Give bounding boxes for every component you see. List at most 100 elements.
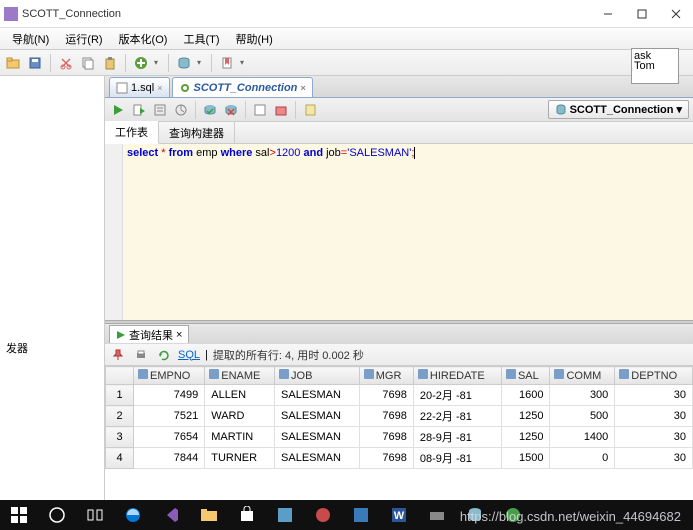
window-titlebar: SCOTT_Connection: [0, 0, 693, 28]
open-icon[interactable]: [4, 54, 22, 72]
refresh-icon[interactable]: [155, 346, 173, 364]
taskview-icon[interactable]: [76, 500, 114, 530]
app-icon: [4, 7, 18, 21]
column-header[interactable]: HIREDATE: [413, 367, 501, 385]
table-cell: SALESMAN: [275, 427, 360, 448]
column-header[interactable]: SAL: [501, 367, 550, 385]
run-script-icon[interactable]: [130, 101, 148, 119]
cortana-icon[interactable]: [38, 500, 76, 530]
table-row[interactable]: 27521WARDSALESMAN769822-2月 -81125050030: [106, 406, 693, 427]
table-cell: 300: [550, 385, 615, 406]
tab-query-builder[interactable]: 查询构建器: [159, 122, 235, 144]
table-row[interactable]: 37654MARTINSALESMAN769828-9月 -8112501400…: [106, 427, 693, 448]
menubar: 导航(N) 运行(R) 版本化(O) 工具(T) 帮助(H): [0, 28, 693, 50]
result-grid[interactable]: EMPNOENAMEJOBMGRHIREDATESALCOMMDEPTNO174…: [105, 366, 693, 500]
db-icon[interactable]: [175, 54, 193, 72]
close-icon[interactable]: ×: [157, 83, 162, 93]
notebook-icon[interactable]: [301, 101, 319, 119]
table-row[interactable]: 47844TURNERSALESMAN769808-9月 -811500030: [106, 448, 693, 469]
table-cell: WARD: [205, 406, 275, 427]
column-header[interactable]: COMM: [550, 367, 615, 385]
menu-run[interactable]: 运行(R): [57, 29, 110, 49]
editor-toolbar: SCOTT_Connection ▾: [105, 98, 693, 122]
close-icon[interactable]: ×: [176, 329, 182, 341]
autotrace-icon[interactable]: [172, 101, 190, 119]
app-icon-4[interactable]: [418, 500, 456, 530]
table-cell: 1250: [501, 406, 550, 427]
connection-selector[interactable]: SCOTT_Connection ▾: [548, 100, 689, 119]
table-cell: 30: [615, 406, 693, 427]
chevron-down-icon[interactable]: ▾: [154, 58, 162, 67]
separator: [195, 101, 196, 119]
result-toolbar: SQL | 提取的所有行: 4, 用时 0.002 秒: [105, 344, 693, 366]
store-icon[interactable]: [228, 500, 266, 530]
app-icon-3[interactable]: [342, 500, 380, 530]
table-cell: 7521: [134, 406, 205, 427]
menu-nav[interactable]: 导航(N): [4, 29, 57, 49]
tab-query-result[interactable]: 查询结果 ×: [109, 325, 189, 343]
cut-icon[interactable]: [57, 54, 75, 72]
close-button[interactable]: [659, 1, 693, 27]
table-cell: 500: [550, 406, 615, 427]
vs-icon[interactable]: [152, 500, 190, 530]
sql-editor[interactable]: select * from emp where sal>1200 and job…: [105, 144, 693, 320]
save-icon[interactable]: [26, 54, 44, 72]
column-header[interactable]: MGR: [359, 367, 413, 385]
separator: [211, 54, 212, 72]
table-cell: MARTIN: [205, 427, 275, 448]
edge-icon[interactable]: [114, 500, 152, 530]
tab-worksheet[interactable]: 工作表: [105, 121, 159, 144]
watermark: https://blog.csdn.net/weixin_44694682: [460, 509, 681, 524]
format-icon[interactable]: [251, 101, 269, 119]
connection-icon: [179, 82, 191, 94]
table-cell: 7698: [359, 448, 413, 469]
table-cell: 7698: [359, 427, 413, 448]
chevron-down-icon[interactable]: ▾: [240, 58, 248, 67]
minimize-button[interactable]: [591, 1, 625, 27]
rollback-icon[interactable]: [222, 101, 240, 119]
app-icon-1[interactable]: [266, 500, 304, 530]
word-icon[interactable]: W: [380, 500, 418, 530]
explorer-icon[interactable]: [190, 500, 228, 530]
column-header[interactable]: DEPTNO: [615, 367, 693, 385]
table-cell: 22-2月 -81: [413, 406, 501, 427]
menu-tools[interactable]: 工具(T): [175, 29, 227, 49]
menu-version[interactable]: 版本化(O): [111, 29, 176, 49]
print-icon[interactable]: [132, 346, 150, 364]
separator: [295, 101, 296, 119]
start-button[interactable]: [0, 500, 38, 530]
clear-icon[interactable]: [272, 101, 290, 119]
bookmark-icon[interactable]: [218, 54, 236, 72]
run-icon[interactable]: [109, 101, 127, 119]
menu-help[interactable]: 帮助(H): [228, 29, 281, 49]
tab-connection[interactable]: SCOTT_Connection ×: [172, 77, 313, 97]
ask-tom-widget[interactable]: ask Tom: [631, 48, 679, 84]
column-header[interactable]: ENAME: [205, 367, 275, 385]
pin-icon[interactable]: [109, 346, 127, 364]
tab-sql-file[interactable]: 1.sql ×: [109, 77, 170, 97]
sql-link[interactable]: SQL: [178, 349, 200, 361]
table-cell: ALLEN: [205, 385, 275, 406]
tab-label: 1.sql: [131, 82, 154, 94]
maximize-button[interactable]: [625, 1, 659, 27]
close-icon[interactable]: ×: [300, 83, 305, 93]
explain-icon[interactable]: [151, 101, 169, 119]
table-row[interactable]: 17499ALLENSALESMAN769820-2月 -81160030030: [106, 385, 693, 406]
app-icon-2[interactable]: [304, 500, 342, 530]
new-icon[interactable]: [132, 54, 150, 72]
separator: [168, 54, 169, 72]
column-header[interactable]: JOB: [275, 367, 360, 385]
table-cell: TURNER: [205, 448, 275, 469]
table-cell: 7499: [134, 385, 205, 406]
table-cell: 1500: [501, 448, 550, 469]
column-header[interactable]: EMPNO: [134, 367, 205, 385]
separator: |: [205, 349, 208, 361]
chevron-down-icon[interactable]: ▾: [197, 58, 205, 67]
file-tab-row: 1.sql × SCOTT_Connection ×: [105, 76, 693, 98]
copy-icon[interactable]: [79, 54, 97, 72]
sidebar-item-trigger[interactable]: 发器: [2, 338, 102, 358]
result-status: 提取的所有行: 4, 用时 0.002 秒: [213, 347, 364, 363]
paste-icon[interactable]: [101, 54, 119, 72]
commit-icon[interactable]: [201, 101, 219, 119]
sql-code-area[interactable]: select * from emp where sal>1200 and job…: [123, 144, 693, 320]
